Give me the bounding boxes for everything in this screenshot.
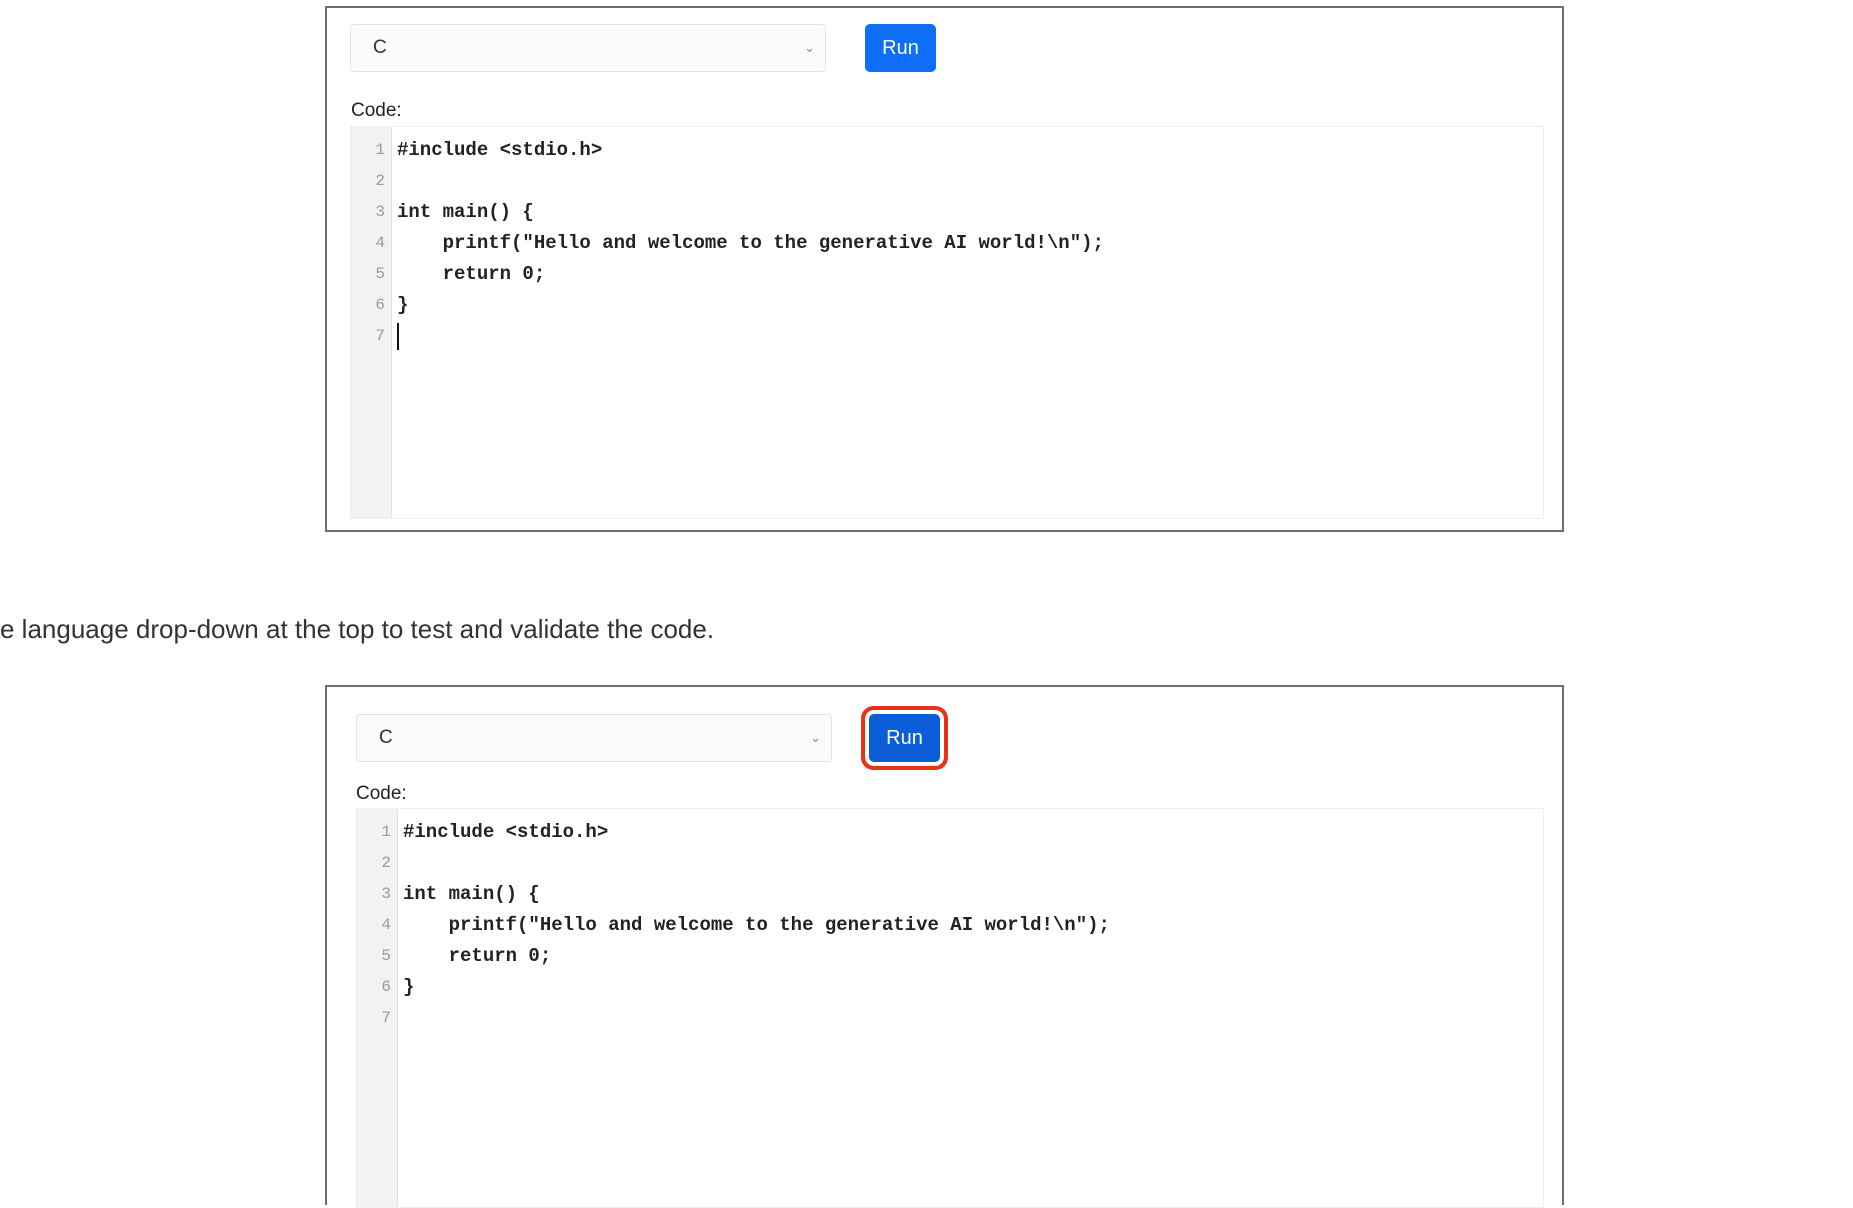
code-line: 3 int main() { [351, 197, 1543, 228]
line-number: 2 [381, 854, 391, 872]
run-button-label: Run [882, 36, 919, 59]
code-lines: 1 #include <stdio.h> 2 3 int main() { 4 print… [357, 817, 1543, 1034]
line-number: 7 [381, 1009, 391, 1027]
line-number: 6 [381, 978, 391, 996]
chevron-down-icon: ⌄ [810, 730, 821, 745]
code-line-text: printf("Hello and welcome to the generat… [403, 914, 1110, 936]
language-select-value: C [373, 37, 387, 58]
line-number: 4 [375, 234, 385, 252]
line-number: 6 [375, 296, 385, 314]
code-line: 5 return 0; [357, 941, 1543, 972]
line-number: 2 [375, 172, 385, 190]
code-line-text: int main() { [403, 883, 540, 905]
line-number: 3 [375, 203, 385, 221]
line-number: 3 [381, 885, 391, 903]
text-cursor [397, 323, 399, 350]
code-line-text: return 0; [403, 945, 552, 967]
code-editor[interactable]: 1 #include <stdio.h> 2 3 int main() { 4 print… [350, 126, 1544, 519]
code-line: 1 #include <stdio.h> [351, 135, 1543, 166]
code-line-text: #include <stdio.h> [397, 139, 603, 161]
code-line-text: int main() { [397, 201, 534, 223]
language-select[interactable]: C ⌄ [356, 714, 832, 762]
code-line: 4 printf("Hello and welcome to the gener… [357, 910, 1543, 941]
code-label: Code: [356, 783, 407, 804]
code-line: 3 int main() { [357, 879, 1543, 910]
screenshot-editor-2: C ⌄ Run Code: 1 #include <stdio.h> 2 3 int m… [325, 685, 1564, 1208]
code-editor[interactable]: 1 #include <stdio.h> 2 3 int main() { 4 print… [356, 808, 1544, 1208]
code-label: Code: [351, 100, 402, 121]
language-select[interactable]: C ⌄ [350, 24, 826, 72]
code-line: 4 printf("Hello and welcome to the gener… [351, 228, 1543, 259]
line-number: 5 [381, 947, 391, 965]
code-line: 1 #include <stdio.h> [357, 817, 1543, 848]
code-line: 6} [351, 290, 1543, 321]
instruction-text: e language drop-down at the top to test … [0, 614, 715, 644]
code-line-text: #include <stdio.h> [403, 821, 609, 843]
code-line: 2 [357, 848, 1543, 879]
code-line: 5 return 0; [351, 259, 1543, 290]
line-number: 5 [375, 265, 385, 283]
code-line-text: return 0; [397, 263, 546, 285]
run-button[interactable]: Run [869, 714, 940, 762]
run-button-label: Run [886, 726, 923, 749]
code-line-text: } [397, 294, 409, 316]
code-lines: 1 #include <stdio.h> 2 3 int main() { 4 print… [351, 135, 1543, 352]
line-number: 1 [375, 141, 385, 159]
line-number: 4 [381, 916, 391, 934]
toolbar: C ⌄ Run [350, 24, 936, 72]
code-line: 7 [351, 321, 1543, 352]
code-line: 2 [351, 166, 1543, 197]
code-line-text: printf("Hello and welcome to the generat… [397, 232, 1104, 254]
code-line: 7 [357, 1003, 1543, 1034]
chevron-down-icon: ⌄ [804, 40, 815, 55]
run-button[interactable]: Run [865, 24, 936, 72]
code-line: 6} [357, 972, 1543, 1003]
code-line-text: } [403, 976, 415, 998]
line-number: 1 [381, 823, 391, 841]
toolbar: C ⌄ Run [356, 714, 940, 762]
screenshot-editor-1: C ⌄ Run Code: 1 #include <stdio.h> 2 3 int m… [325, 6, 1564, 532]
language-select-value: C [379, 727, 393, 748]
line-number: 7 [375, 327, 385, 345]
